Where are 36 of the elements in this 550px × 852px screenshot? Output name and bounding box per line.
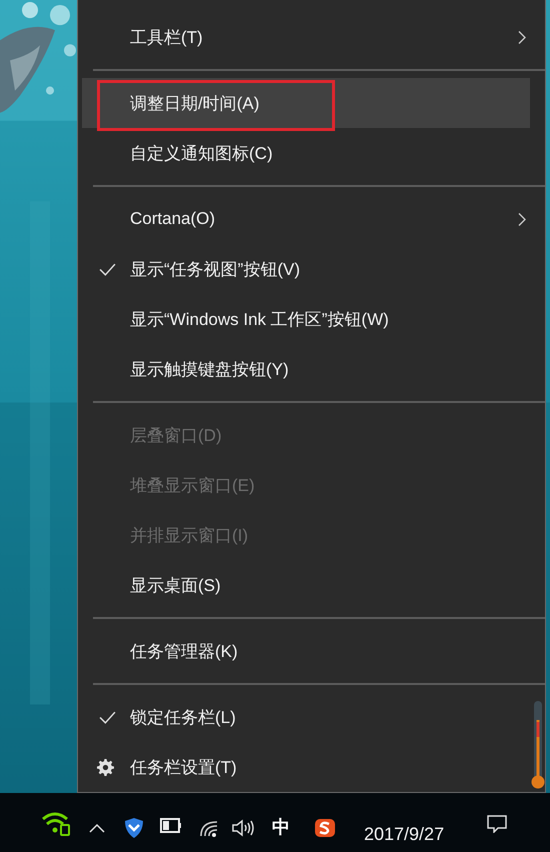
settings-icon [97,758,114,776]
menu-label: 显示触摸键盘按钮(Y) [130,358,289,380]
menu-label: Cortana(O) [130,209,216,229]
speaker-icon[interactable] [231,819,255,837]
menu-item[interactable]: 调整日期/时间(A) [82,78,530,128]
menu-label: 堆叠显示窗口(E) [130,474,255,496]
menu-label: 工具栏(T) [130,26,203,48]
menu-item[interactable]: 显示“任务视图”按钮(V) [82,244,530,294]
chevron-up-icon[interactable] [89,823,105,833]
menu-item[interactable]: Cortana(O) [82,194,530,244]
app-tray-icon[interactable] [314,818,336,838]
menu-item[interactable]: 显示触摸键盘按钮(Y) [82,344,530,394]
battery-icon[interactable] [160,818,182,834]
wifi-icon[interactable] [41,810,71,836]
menu-item[interactable]: 任务栏设置(T) [82,742,530,792]
menu-label: 显示桌面(S) [130,574,221,596]
notification-icon[interactable] [487,815,507,833]
input-method-indicator[interactable]: 中 [272,815,290,839]
menu-item[interactable]: 工具栏(T) [82,12,530,62]
menu-item[interactable]: 任务管理器(K) [82,626,530,676]
menu-item[interactable]: 显示桌面(S) [82,560,530,610]
menu-label: 层叠窗口(D) [130,424,222,446]
menu-item[interactable]: 自定义通知图标(C) [82,128,530,178]
menu-label: 任务管理器(K) [130,640,238,662]
menu-label: 任务栏设置(T) [130,756,237,778]
menu-label: 显示“Windows Ink 工作区”按钮(W) [130,308,389,330]
menu-label: 显示“任务视图”按钮(V) [130,258,300,280]
menu-label: 自定义通知图标(C) [130,142,273,164]
menu-label: 并排显示窗口(I) [130,524,248,546]
network-icon[interactable] [199,820,219,838]
menu-item[interactable]: 显示“Windows Ink 工作区”按钮(W) [82,294,530,344]
shield-icon[interactable] [124,817,144,839]
menu-label: 锁定任务栏(L) [130,706,236,728]
menu-item[interactable]: 锁定任务栏(L) [82,692,530,742]
taskbar-date[interactable]: 2017/9/27 [364,824,444,845]
menu-label: 调整日期/时间(A) [130,92,260,114]
